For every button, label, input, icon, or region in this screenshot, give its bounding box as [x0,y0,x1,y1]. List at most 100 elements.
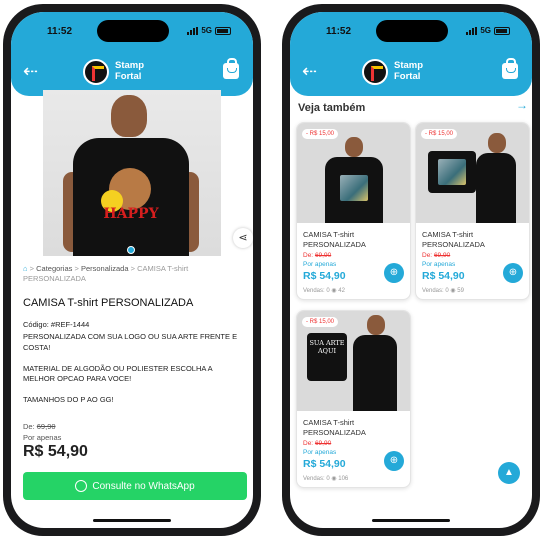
por-apenas-label: Por apenas [23,433,62,442]
card-product-name: CAMISA T-shirt PERSONALIZADA [422,230,485,249]
whatsapp-button-label: Consulte no WhatsApp [92,480,195,492]
card-old-price: De: 69,90 [303,440,331,447]
card-old-price-value: 69,90 [314,252,332,259]
network-label: 5G [480,26,491,35]
product-screen: 11:52 5G ⇠ Stamp Fortal HAPPY ⋖ ⌂ > Cate… [11,12,253,528]
card-shirt-print-text: SUA ARTE AQUI [309,339,345,355]
brand-line-2: Fortal [394,71,421,82]
product-price: R$ 54,90 [23,443,88,460]
battery-icon [215,26,231,35]
brand-line-1: Stamp [394,60,424,71]
discount-badge: - R$ 15,00 [302,317,339,327]
card-product-name: CAMISA T-shirt PERSONALIZADA [303,418,366,437]
arrow-right-icon[interactable]: → [516,98,528,112]
cart-plus-icon[interactable]: ⊕ [384,451,404,471]
shopping-bag-icon[interactable] [223,58,239,79]
breadcrumb-sep: > [74,264,79,273]
section-title: Veja também [298,102,366,114]
product-card[interactable]: - R$ 15,00 CAMISA T-shirt PERSONALIZADA … [415,122,530,300]
left-phone: 11:52 5G ⇠ Stamp Fortal HAPPY ⋖ ⌂ > Cate… [3,4,261,536]
card-person-body [353,335,397,411]
breadcrumb-sep: > [130,264,135,273]
breadcrumb-sep: > [29,264,35,273]
home-icon[interactable]: ⌂ [23,264,28,273]
card-por-apenas: Por apenas [303,261,337,268]
product-title: CAMISA T-shirt PERSONALIZADA [23,297,194,309]
description-line: MATERIAL DE ALGODÃO OU POLIESTER ESCOLHA… [23,363,213,384]
card-price: R$ 54,90 [303,458,346,470]
home-indicator[interactable] [93,519,171,522]
back-arrow-icon[interactable]: ⇠ [302,62,317,80]
description-line: TAMANHOS DO P AO GG! [23,395,114,404]
product-code: Código: #REF-1444 [23,320,90,329]
product-description: PERSONALIZADA COM SUA LOGO OU SUA ARTE F… [23,332,245,416]
product-image[interactable]: HAPPY [43,90,221,256]
chevron-up-icon[interactable]: ▲ [498,462,520,484]
card-price: R$ 54,90 [303,270,346,282]
card-person-body [476,153,516,223]
card-price: R$ 54,90 [422,270,465,282]
brand-line-1: Stamp [115,60,145,71]
dynamic-island [97,20,169,42]
app-header: ⇠ Stamp Fortal [290,50,532,96]
dynamic-island [376,20,448,42]
product-card[interactable]: - R$ 15,00 CAMISA T-shirt PERSONALIZADA … [296,122,411,300]
shirt-print-text: HAPPY [103,206,159,222]
cart-plus-icon[interactable]: ⊕ [503,263,523,283]
product-card-image: SUA ARTE AQUI - R$ 15,00 [297,311,410,411]
signal-icon [466,26,478,35]
status-time: 11:52 [326,26,352,37]
home-indicator[interactable] [372,519,450,522]
carousel-indicator[interactable] [127,246,135,254]
breadcrumb: ⌂ > Categorias > Personalizada > CAMISA … [23,264,243,284]
brand-logo [362,59,388,85]
photo-head [111,95,147,137]
card-old-price-label: De: [303,440,314,447]
discount-badge: - R$ 15,00 [421,129,458,139]
back-arrow-icon[interactable]: ⇠ [23,62,38,80]
breadcrumb-categorias[interactable]: Categorias [36,264,72,273]
description-line: PERSONALIZADA COM SUA LOGO OU SUA ARTE F… [23,332,238,352]
card-shirt-print [438,159,466,185]
cart-plus-icon[interactable]: ⊕ [384,263,404,283]
share-icon[interactable]: ⋖ [233,228,253,248]
card-old-price-label: De: [422,252,433,259]
status-icons: 5G [187,26,231,35]
breadcrumb-personalizada[interactable]: Personalizada [81,264,129,273]
card-stats: Vendas: 0 ◉ 59 [422,288,464,294]
old-price-value: 69,90 [36,422,56,431]
card-old-price-label: De: [303,252,314,259]
card-head [345,137,363,157]
card-old-price-value: 69,90 [433,252,451,259]
card-por-apenas: Por apenas [422,261,456,268]
old-price-label: De: [23,422,35,431]
battery-icon [494,26,510,35]
card-head [367,315,385,335]
card-stats: Vendas: 0 ◉ 106 [303,476,349,482]
whatsapp-button[interactable]: Consulte no WhatsApp [23,472,247,500]
card-head [488,133,506,153]
card-old-price-value: 69,90 [314,440,332,447]
product-card-image: - R$ 15,00 [297,123,410,223]
brand-name: Stamp Fortal [394,60,423,82]
related-screen: 11:52 5G ⇠ Stamp Fortal Veja também → - … [290,12,532,528]
signal-icon [187,26,199,35]
card-old-price: De: 69,90 [303,252,331,259]
whatsapp-icon [75,480,88,492]
network-label: 5G [201,26,212,35]
shopping-bag-icon[interactable] [502,58,518,79]
right-phone: 11:52 5G ⇠ Stamp Fortal Veja também → - … [282,4,540,536]
brand-name: Stamp Fortal [115,60,144,82]
card-shirt-print [340,175,368,201]
old-price: De: 69,90 [23,422,56,431]
card-stats: Vendas: 0 ◉ 42 [303,288,345,294]
brand-logo [83,59,109,85]
product-card[interactable]: SUA ARTE AQUI - R$ 15,00 CAMISA T-shirt … [296,310,411,488]
discount-badge: - R$ 15,00 [302,129,339,139]
status-icons: 5G [466,26,510,35]
card-por-apenas: Por apenas [303,449,337,456]
card-old-price: De: 69,90 [422,252,450,259]
product-card-image: - R$ 15,00 [416,123,529,223]
status-time: 11:52 [47,26,73,37]
brand-line-2: Fortal [115,71,142,82]
